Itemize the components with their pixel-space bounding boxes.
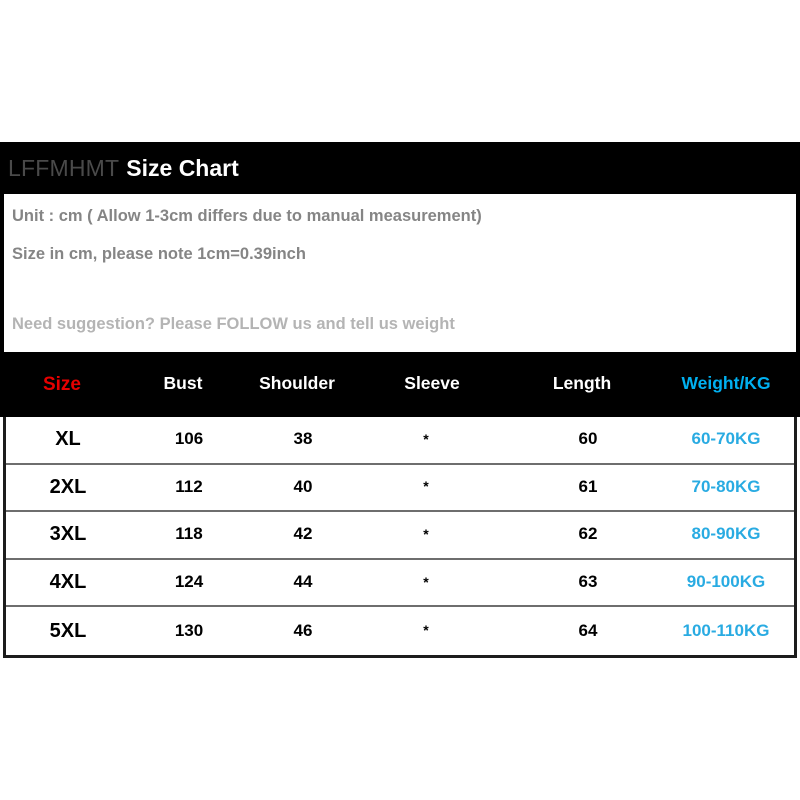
cell-shoulder-value: 38: [293, 429, 313, 449]
cell-weight: 80-90KG: [658, 525, 794, 544]
cell-bust-value: 124: [174, 572, 204, 592]
cell-sleeve-value: *: [423, 430, 429, 447]
column-header-weight: Weight/KG: [652, 373, 800, 394]
cell-weight-value: 70-80KG: [691, 476, 761, 496]
cell-length-value: 60: [578, 429, 598, 449]
cell-bust-value: 106: [174, 429, 204, 449]
cell-size-value: 3XL: [49, 523, 87, 546]
cell-bust-value: 118: [175, 524, 203, 544]
cell-length: 63: [518, 573, 658, 592]
cell-size-value: 5XL: [49, 619, 87, 642]
cell-bust-value: 130: [174, 620, 204, 640]
cell-size-value: 2XL: [49, 475, 87, 498]
cell-weight-value: 60-70KG: [691, 429, 761, 449]
size-chart-table: Size Bust Shoulder Sleeve Length Weight/…: [0, 352, 800, 658]
cell-length-value: 61: [578, 476, 598, 496]
cell-weight: 90-100KG: [658, 573, 794, 592]
column-header-shoulder: Shoulder: [242, 373, 352, 394]
cell-size-value: XL: [55, 428, 81, 451]
cell-weight: 60-70KG: [658, 430, 794, 449]
column-header-length-label: Length: [552, 373, 612, 393]
cell-size: 4XL: [6, 572, 130, 593]
cell-shoulder-value: 46: [293, 620, 313, 640]
page-title: Size Chart: [126, 154, 239, 181]
cell-sleeve-value: *: [423, 478, 429, 495]
cell-length: 64: [518, 622, 658, 641]
cell-shoulder: 40: [248, 478, 358, 497]
cell-bust: 112: [130, 478, 248, 497]
table-row: XL 106 38 * 60 60-70KG: [6, 417, 794, 465]
cell-size: XL: [6, 429, 130, 450]
column-header-sleeve-label: Sleeve: [404, 373, 460, 393]
cell-sleeve: *: [358, 431, 518, 449]
table-header-row: Size Bust Shoulder Sleeve Length Weight/…: [0, 352, 800, 417]
info-line-unit: Unit : cm ( Allow 1-3cm differs due to m…: [12, 207, 482, 225]
cell-length: 62: [518, 525, 658, 544]
column-header-sleeve: Sleeve: [352, 373, 512, 394]
brand-name: LFFMHMT: [8, 154, 120, 181]
cell-bust: 130: [130, 622, 248, 641]
column-header-size-label: Size: [42, 373, 82, 395]
cell-sleeve: *: [358, 526, 518, 544]
column-header-bust: Bust: [124, 373, 242, 394]
size-chart-page: LFFMHMT Size Chart Unit : cm ( Allow 1-3…: [0, 0, 800, 800]
table-body: XL 106 38 * 60 60-70KG 2XL 112 40 * 61 7…: [3, 417, 797, 658]
bottom-margin: [0, 657, 800, 800]
cell-sleeve-value: *: [423, 525, 429, 542]
table-row: 3XL 118 42 * 62 80-90KG: [6, 512, 794, 560]
info-frame: Unit : cm ( Allow 1-3cm differs due to m…: [0, 194, 800, 352]
table-row: 4XL 124 44 * 63 90-100KG: [6, 559, 794, 608]
cell-weight-value: 90-100KG: [686, 572, 766, 592]
cell-shoulder-value: 44: [293, 572, 313, 592]
cell-sleeve: *: [358, 622, 518, 640]
cell-size: 3XL: [6, 524, 130, 545]
cell-bust: 118: [130, 525, 248, 544]
cell-size: 5XL: [6, 621, 130, 642]
cell-weight: 100-110KG: [658, 622, 794, 641]
cell-weight-value: 80-90KG: [691, 524, 761, 544]
cell-sleeve-value: *: [423, 573, 429, 590]
cell-length-value: 63: [578, 572, 598, 592]
cell-sleeve: *: [358, 478, 518, 496]
cell-sleeve: *: [358, 574, 518, 592]
cell-length: 60: [518, 430, 658, 449]
cell-weight-value: 100-110KG: [682, 620, 770, 640]
column-header-size: Size: [0, 375, 124, 395]
cell-length: 61: [518, 478, 658, 497]
cell-size: 2XL: [6, 477, 130, 498]
cell-bust-value: 112: [175, 476, 203, 496]
table-row: 5XL 130 46 * 64 100-110KG: [6, 607, 794, 655]
column-header-shoulder-label: Shoulder: [259, 373, 335, 393]
cell-shoulder: 38: [248, 430, 358, 449]
cell-shoulder: 44: [248, 573, 358, 592]
info-panel: Unit : cm ( Allow 1-3cm differs due to m…: [4, 194, 796, 352]
title-bar: LFFMHMT Size Chart: [0, 142, 800, 194]
column-header-bust-label: Bust: [163, 373, 203, 393]
info-line-suggestion: Need suggestion? Please FOLLOW us and te…: [12, 314, 455, 333]
table-row: 2XL 112 40 * 61 70-80KG: [6, 464, 794, 513]
cell-shoulder-value: 40: [293, 476, 313, 496]
cell-shoulder: 42: [248, 525, 358, 544]
cell-shoulder-value: 42: [293, 524, 313, 544]
cell-length-value: 62: [578, 524, 598, 544]
cell-shoulder: 46: [248, 622, 358, 641]
cell-bust: 124: [130, 573, 248, 592]
cell-weight: 70-80KG: [658, 478, 794, 497]
cell-bust: 106: [130, 430, 248, 449]
column-header-weight-label: Weight/KG: [681, 373, 771, 393]
column-header-length: Length: [512, 373, 652, 394]
cell-size-value: 4XL: [49, 571, 87, 594]
top-margin: [0, 0, 800, 142]
cell-sleeve-value: *: [423, 622, 429, 639]
info-line-conversion: Size in cm, please note 1cm=0.39inch: [12, 244, 306, 263]
cell-length-value: 64: [578, 620, 598, 640]
